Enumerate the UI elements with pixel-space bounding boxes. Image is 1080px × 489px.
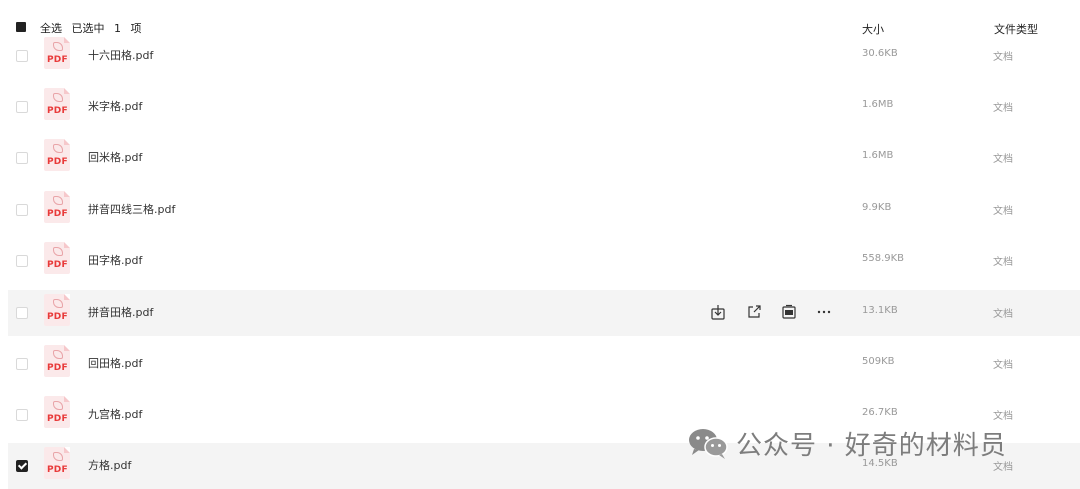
open-external-icon[interactable] [746,304,762,320]
pdf-file-icon: PDF [44,396,70,428]
file-row[interactable]: PDF 拼音田格.pdf 13.1KB 文档 [8,290,1080,336]
pdf-icon-label: PDF [47,209,68,219]
row-checkbox[interactable] [16,255,28,267]
pdf-file-icon: PDF [44,447,70,479]
file-name[interactable]: 方格.pdf [88,457,131,473]
file-type: 文档 [993,257,1013,268]
file-name[interactable]: 回田格.pdf [88,355,142,371]
pdf-icon-label: PDF [47,414,68,424]
pdf-file-icon: PDF [44,139,70,171]
file-size: 30.6KB [862,48,898,59]
file-row[interactable]: PDF 回田格.pdf 509KB 文档 [8,341,1080,387]
wechat-icon [686,426,730,460]
file-row[interactable]: PDF 十六田格.pdf 30.6KB 文档 [8,33,1080,79]
row-checkbox[interactable] [16,307,28,319]
row-checkbox[interactable] [16,460,28,472]
file-size: 9.9KB [862,202,892,213]
row-checkbox[interactable] [16,358,28,370]
pdf-file-icon: PDF [44,345,70,377]
row-checkbox[interactable] [16,152,28,164]
download-icon[interactable] [710,304,726,320]
file-size: 558.9KB [862,253,905,264]
file-type: 文档 [993,309,1013,320]
pdf-file-icon: PDF [44,242,70,274]
file-size: 1.6MB [862,99,894,110]
file-type: 文档 [993,411,1013,422]
row-checkbox[interactable] [16,50,28,62]
file-name[interactable]: 回米格.pdf [88,149,142,165]
file-size: 13.1KB [862,305,898,316]
row-checkbox[interactable] [16,101,28,113]
pdf-icon-label: PDF [47,260,68,270]
file-name[interactable]: 拼音四线三格.pdf [88,201,175,217]
file-size: 1.6MB [862,150,894,161]
pdf-icon-label: PDF [47,157,68,167]
file-size: 26.7KB [862,407,898,418]
pdf-icon-label: PDF [47,363,68,373]
row-checkbox[interactable] [16,204,28,216]
pdf-convert-icon[interactable] [781,304,797,320]
file-row[interactable]: PDF 米字格.pdf 1.6MB 文档 [8,84,1080,130]
file-row[interactable]: PDF 拼音四线三格.pdf 9.9KB 文档 [8,187,1080,233]
file-type: 文档 [993,360,1013,371]
pdf-file-icon: PDF [44,191,70,223]
pdf-icon-label: PDF [47,106,68,116]
more-icon[interactable] [816,304,832,320]
file-row[interactable]: PDF 田字格.pdf 558.9KB 文档 [8,238,1080,284]
file-size: 509KB [862,356,895,367]
pdf-icon-label: PDF [47,55,68,65]
row-checkbox[interactable] [16,409,28,421]
file-type: 文档 [993,52,1013,63]
pdf-icon-label: PDF [47,465,68,475]
file-name[interactable]: 米字格.pdf [88,98,142,114]
pdf-file-icon: PDF [44,37,70,69]
file-row[interactable]: PDF 回米格.pdf 1.6MB 文档 [8,135,1080,181]
pdf-file-icon: PDF [44,294,70,326]
file-name[interactable]: 九宫格.pdf [88,406,142,422]
file-name[interactable]: 田字格.pdf [88,252,142,268]
file-name[interactable]: 十六田格.pdf [88,47,153,63]
file-type: 文档 [993,103,1013,114]
file-type: 文档 [993,206,1013,217]
watermark-text: 公众号 · 好奇的材料员 [736,430,1007,461]
file-name[interactable]: 拼音田格.pdf [88,304,153,320]
watermark: 公众号 · 好奇的材料员 [686,425,1007,461]
select-all-checkbox[interactable] [16,22,26,32]
pdf-file-icon: PDF [44,88,70,120]
file-type: 文档 [993,154,1013,165]
pdf-icon-label: PDF [47,312,68,322]
